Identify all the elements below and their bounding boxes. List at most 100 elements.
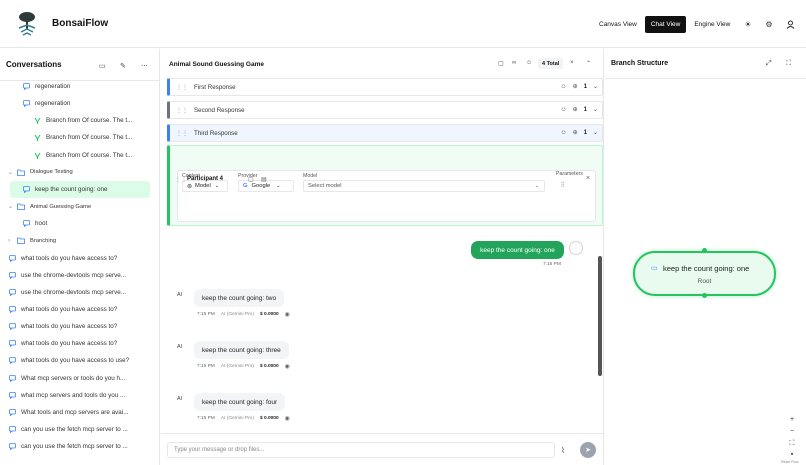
theme-sun-icon[interactable]: ☀ bbox=[743, 19, 753, 29]
link-icon[interactable]: ∞ bbox=[512, 60, 516, 66]
zoom-in-icon[interactable]: + bbox=[786, 416, 798, 426]
conversation-item[interactable]: what tools do you have access to? bbox=[0, 335, 155, 352]
participants-icon[interactable]: ☺ bbox=[560, 107, 566, 113]
conversation-item[interactable]: Branch from Of course. The t... bbox=[0, 112, 155, 129]
more-options-icon[interactable]: ⋯ bbox=[141, 62, 148, 70]
fit-view-icon[interactable]: ⛶ bbox=[786, 440, 798, 450]
response-row[interactable]: ⋮⋮ Third Response ☺ ⊕ 1 ⌄ bbox=[167, 124, 603, 142]
message-time: 7:15 PM bbox=[197, 312, 215, 317]
root-node[interactable]: ▭ keep the count going: one Root bbox=[633, 251, 776, 296]
user-icon[interactable] bbox=[785, 19, 795, 29]
folder-icon bbox=[17, 169, 25, 176]
conversation-item[interactable]: what tools do you have access to use? bbox=[0, 352, 155, 369]
delete-participant-icon[interactable]: ▤ bbox=[261, 176, 267, 183]
send-button[interactable]: ➤ bbox=[580, 442, 596, 458]
add-participant-icon[interactable]: ⊕ bbox=[573, 106, 578, 113]
conversation-item[interactable]: What mcp servers or tools do you h... bbox=[0, 370, 155, 387]
response-row[interactable]: ⋮⋮ First Response ☺ ⊕ 1 ⌄ bbox=[167, 78, 603, 96]
chevron-right-icon[interactable]: › bbox=[8, 238, 14, 244]
conversation-item[interactable]: can you use the fetch mcp server to ... bbox=[0, 421, 155, 438]
conversation-item[interactable]: what mcp servers and tools do you ... bbox=[0, 387, 155, 404]
conversation-item[interactable]: can you use the fetch mcp server to ... bbox=[0, 438, 155, 455]
participants-icon[interactable]: ☺ bbox=[560, 84, 566, 90]
user-avatar bbox=[569, 241, 583, 255]
conversation-item[interactable]: › Branching bbox=[0, 232, 155, 249]
engine-view-button[interactable]: Engine View bbox=[688, 16, 736, 33]
conversation-item[interactable]: use the chrome-devtools mcp serve... bbox=[0, 284, 155, 301]
zoom-out-icon[interactable]: − bbox=[786, 428, 798, 438]
participants-icon[interactable]: ☺ bbox=[526, 60, 532, 66]
copy-participant-icon[interactable]: ▢ bbox=[248, 176, 254, 183]
conversation-label: What tools and mcp servers are avai... bbox=[21, 408, 129, 416]
message-input[interactable]: Type your message or drop files... bbox=[167, 442, 555, 458]
node-handle-bottom[interactable] bbox=[702, 293, 707, 298]
model-name: AI (Gemini Pro) bbox=[220, 312, 254, 317]
conversation-item[interactable]: What tools and mcp servers are avai... bbox=[0, 404, 155, 421]
google-logo-icon: G bbox=[243, 183, 248, 189]
ai-message-bubble: keep the count going: four bbox=[194, 393, 286, 411]
eye-icon[interactable]: ◉ bbox=[285, 363, 290, 370]
parameters-label: Parameters bbox=[556, 171, 583, 177]
settings-gear-icon[interactable]: ⚙ bbox=[764, 19, 774, 29]
chat-icon bbox=[8, 374, 16, 382]
close-participant-icon[interactable]: × bbox=[586, 175, 590, 182]
drag-grip-icon[interactable]: ⋮⋮ bbox=[176, 84, 188, 91]
parameters-sliders-icon[interactable]: ⫶⫶ bbox=[561, 182, 565, 190]
conversation-item[interactable]: what tools do you have access to? bbox=[0, 301, 155, 318]
chat-scrollbar[interactable] bbox=[598, 256, 602, 376]
chat-view-button[interactable]: Chat View bbox=[644, 16, 687, 33]
chevron-down-icon: ⌄ bbox=[276, 183, 281, 189]
close-all-icon[interactable]: × bbox=[570, 60, 574, 66]
participants-icon[interactable]: ☺ bbox=[560, 130, 566, 136]
conversation-item[interactable]: ⌄ Dialogue Testing bbox=[0, 164, 155, 181]
chat-icon bbox=[8, 426, 16, 433]
conversation-item[interactable]: what tools do you have access to? bbox=[0, 250, 155, 267]
chat-icon bbox=[8, 340, 16, 348]
participant-panel: Context ⊚ Model ⌄ Provider G Google ⌄ Mo… bbox=[167, 145, 603, 226]
chat-icon bbox=[22, 83, 30, 90]
copy-icon[interactable]: ▢ bbox=[498, 60, 504, 67]
attach-paperclip-icon[interactable]: ⌇ bbox=[561, 446, 565, 455]
conversation-label: what tools do you have access to? bbox=[21, 340, 118, 348]
add-participant-icon[interactable]: ⊕ bbox=[573, 83, 578, 90]
new-folder-icon[interactable]: ▭ bbox=[99, 62, 106, 70]
conversation-item[interactable]: what tools do you have access to? bbox=[0, 318, 155, 335]
eye-icon[interactable]: ◉ bbox=[285, 311, 290, 318]
chevron-down-icon[interactable]: ⌄ bbox=[8, 169, 14, 176]
conversation-item[interactable]: Branch from Of course. The t... bbox=[0, 147, 155, 164]
expand-icon[interactable]: ⤢ bbox=[766, 60, 772, 68]
conversation-item[interactable]: use the chrome-devtools mcp serve... bbox=[0, 267, 155, 284]
chevron-down-icon[interactable]: ⌄ bbox=[8, 203, 14, 210]
drag-grip-icon[interactable]: ⋮⋮ bbox=[175, 176, 187, 183]
new-chat-icon[interactable]: ✎ bbox=[120, 62, 126, 70]
chevron-down-icon[interactable]: ⌄ bbox=[593, 83, 598, 90]
conversation-item[interactable]: hoot bbox=[0, 215, 155, 232]
cpu-icon: ⊚ bbox=[187, 183, 193, 190]
context-value: Model bbox=[195, 183, 211, 189]
eye-icon[interactable]: ◉ bbox=[285, 415, 290, 422]
drag-grip-icon[interactable]: ⋮⋮ bbox=[176, 130, 188, 137]
conversation-item[interactable]: regeneration bbox=[0, 78, 155, 95]
response-row[interactable]: ⋮⋮ Second Response ☺ ⊕ 1 ⌄ bbox=[167, 101, 603, 119]
chat-icon bbox=[8, 443, 16, 451]
conversation-label: can you use the fetch mcp server to ... bbox=[21, 426, 128, 433]
conversation-item[interactable]: regeneration bbox=[0, 95, 155, 112]
chat-icon bbox=[8, 408, 16, 416]
conversation-label: what tools do you have access to? bbox=[21, 254, 118, 262]
add-participant-icon[interactable]: ⊕ bbox=[573, 129, 578, 136]
canvas-view-button[interactable]: Canvas View bbox=[593, 16, 643, 33]
chevron-down-icon[interactable]: ⌄ bbox=[593, 106, 598, 113]
ai-sender-label: AI bbox=[177, 344, 183, 350]
conversation-item[interactable]: Branch from Of course. The t... bbox=[0, 129, 155, 146]
participant-name: Participant 4 bbox=[187, 176, 224, 182]
conversation-item[interactable]: keep the count going: one bbox=[10, 180, 150, 198]
conversation-item[interactable]: ⌄ Animal Guessing Game bbox=[0, 198, 155, 215]
model-select[interactable]: Select model ⌄ bbox=[303, 180, 545, 192]
model-name: AI (Gemini Pro) bbox=[220, 364, 254, 369]
collapse-chevron-icon[interactable]: ⌃ bbox=[586, 60, 591, 67]
drag-grip-icon[interactable]: ⋮⋮ bbox=[176, 107, 188, 114]
fit-screen-icon[interactable]: ⛶ bbox=[786, 60, 791, 68]
chevron-down-icon[interactable]: ⌄ bbox=[593, 129, 598, 136]
sidebar-header: Conversations bbox=[0, 49, 159, 81]
total-badge: 4 Total bbox=[538, 58, 564, 69]
